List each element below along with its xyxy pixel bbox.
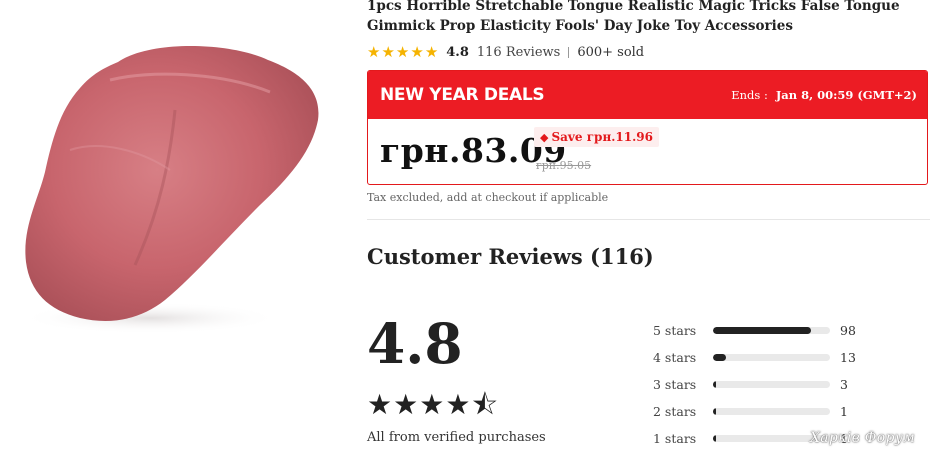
deal-countdown: Ends : Jan 8, 00:59 (GMT+2) bbox=[731, 88, 917, 102]
verified-note: All from verified purchases bbox=[367, 430, 546, 445]
distribution-bar bbox=[713, 407, 830, 415]
distribution-count: 1 bbox=[840, 403, 848, 419]
tongue-image bbox=[20, 46, 319, 334]
distribution-bar-fill bbox=[713, 434, 716, 442]
half-star-icon: ⯪ bbox=[471, 388, 498, 421]
distribution-bar-fill bbox=[713, 353, 726, 361]
distribution-bar-fill bbox=[713, 326, 812, 334]
deal-body: грн.83.09 ◆ Save грн.11.96 грн.95.05 bbox=[368, 119, 927, 184]
save-amount: Save грн.11.96 bbox=[551, 130, 653, 144]
reviews-link[interactable]: 116 Reviews bbox=[477, 45, 560, 60]
star-icon: ★ bbox=[367, 388, 393, 421]
watermark: Харків Форум bbox=[810, 430, 916, 446]
star-icon: ★ bbox=[367, 42, 381, 61]
sold-count: 600+ sold bbox=[577, 44, 645, 60]
average-rating: 4.8 bbox=[367, 311, 463, 376]
distribution-bar bbox=[713, 353, 830, 361]
distribution-bar bbox=[713, 326, 830, 334]
star-icon: ★ bbox=[393, 388, 419, 421]
deal-header: NEW YEAR DEALS Ends : Jan 8, 00:59 (GMT+2… bbox=[368, 71, 927, 119]
deal-box: NEW YEAR DEALS Ends : Jan 8, 00:59 (GMT+2… bbox=[367, 70, 928, 185]
distribution-row-5[interactable]: 5 stars 98 bbox=[653, 320, 856, 340]
average-stars: ★ ★ ★ ★ ⯪ bbox=[367, 391, 498, 419]
star-icon: ★ bbox=[410, 42, 424, 61]
product-image bbox=[0, 0, 345, 365]
deal-label: NEW YEAR DEALS bbox=[380, 85, 545, 105]
tax-note: Tax excluded, add at checkout if applica… bbox=[367, 191, 609, 204]
save-badge: ◆ Save грн.11.96 bbox=[534, 127, 659, 147]
star-icon: ★ bbox=[419, 388, 445, 421]
tag-icon: ◆ bbox=[540, 130, 549, 144]
reviews-title: Customer Reviews (116) bbox=[367, 244, 654, 269]
distribution-label: 1 stars bbox=[653, 430, 697, 446]
distribution-label: 5 stars bbox=[653, 322, 697, 338]
distribution-label: 2 stars bbox=[653, 403, 697, 419]
rating-stars: ★ ★ ★ ★ ★ bbox=[367, 42, 439, 61]
distribution-bar bbox=[713, 380, 830, 388]
rating-summary: ★ ★ ★ ★ ★ 4.8 116 Reviews 600+ sold bbox=[367, 43, 644, 61]
distribution-row-4[interactable]: 4 stars 13 bbox=[653, 347, 856, 367]
star-icon: ★ bbox=[395, 42, 410, 61]
divider bbox=[568, 46, 570, 58]
distribution-count: 13 bbox=[840, 349, 856, 365]
star-icon: ★ bbox=[445, 388, 471, 421]
distribution-row-2[interactable]: 2 stars 1 bbox=[653, 401, 848, 421]
star-icon: ★ bbox=[424, 42, 439, 61]
distribution-label: 4 stars bbox=[653, 349, 697, 365]
product-title: 1pcs Horrible Stretchable Tongue Realist… bbox=[367, 0, 900, 34]
star-icon: ★ bbox=[381, 42, 395, 61]
section-divider bbox=[367, 219, 930, 220]
distribution-row-3[interactable]: 3 stars 3 bbox=[653, 374, 848, 394]
distribution-bar-fill bbox=[713, 407, 716, 415]
distribution-label: 3 stars bbox=[653, 376, 697, 392]
ends-label: Ends : bbox=[731, 88, 768, 102]
distribution-count: 3 bbox=[840, 376, 848, 392]
old-price: грн.95.05 bbox=[536, 159, 592, 172]
distribution-bar-fill bbox=[713, 380, 717, 388]
ends-value: Jan 8, 00:59 (GMT+2) bbox=[775, 88, 917, 102]
product-info: 1pcs Horrible Stretchable Tongue Realist… bbox=[367, 0, 930, 459]
distribution-count: 98 bbox=[840, 322, 856, 338]
rating-value: 4.8 bbox=[446, 44, 469, 60]
